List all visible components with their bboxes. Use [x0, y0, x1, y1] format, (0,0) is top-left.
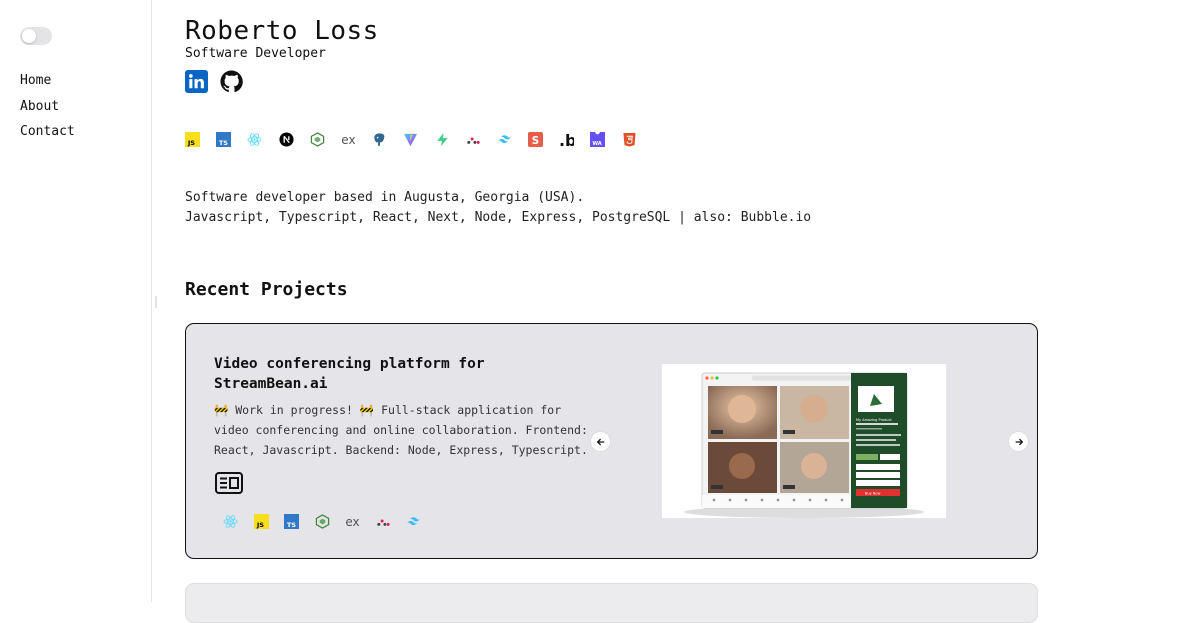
- nestjs-icon: [376, 514, 391, 529]
- toggle-knob: [22, 29, 36, 43]
- project-tech-stack: JS TS ex: [223, 514, 437, 529]
- react-icon: [247, 132, 262, 147]
- carousel-next-button[interactable]: [1008, 431, 1029, 452]
- carousel-prev-button[interactable]: [590, 431, 611, 452]
- newspaper-icon[interactable]: [215, 472, 243, 494]
- project-card: Video conferencing platform for StreamBe…: [185, 323, 1038, 559]
- sidebar-nav: Home About Contact: [20, 68, 75, 145]
- javascript-icon: JS: [253, 514, 269, 529]
- svg-text:JS: JS: [255, 521, 263, 529]
- profile-name: Roberto Loss: [185, 16, 379, 46]
- javascript-icon: JS: [185, 132, 200, 147]
- nav-item-contact[interactable]: Contact: [20, 119, 75, 145]
- svg-text:JS: JS: [187, 139, 195, 147]
- svg-text:S: S: [532, 135, 539, 147]
- express-icon: ex: [341, 132, 356, 147]
- svg-text:TS: TS: [219, 139, 228, 147]
- bio: Software developer based in Augusta, Geo…: [185, 188, 811, 228]
- arrow-left-icon: [596, 438, 604, 445]
- typescript-icon: TS: [216, 132, 232, 147]
- sidebar: Home About Contact: [0, 0, 152, 602]
- github-icon[interactable]: [220, 70, 243, 93]
- theme-toggle[interactable]: [20, 27, 52, 45]
- bio-line-2: Javascript, Typescript, React, Next, Nod…: [185, 210, 812, 225]
- bubble-icon: .b: [559, 132, 574, 147]
- tailwind-icon: [406, 514, 421, 529]
- nextjs-icon: [279, 132, 294, 147]
- nav-item-home[interactable]: Home: [20, 68, 75, 94]
- nodejs-icon: [315, 514, 330, 529]
- vite-icon: [403, 132, 418, 147]
- preview-buy-button: Buy Now: [865, 492, 881, 496]
- nestjs-icon: [466, 132, 481, 147]
- html5-icon: [622, 132, 637, 147]
- supabase-icon: [435, 132, 450, 147]
- linkedin-icon[interactable]: [185, 70, 208, 93]
- svg-text:TS: TS: [287, 521, 296, 529]
- tailwind-icon: [497, 132, 512, 147]
- svg-text:WA: WA: [593, 141, 602, 147]
- webassembly-icon: WA: [590, 132, 606, 147]
- nav-item-about[interactable]: About: [20, 94, 75, 120]
- storybook-icon: S: [528, 132, 544, 147]
- social-links: [185, 70, 243, 93]
- project-title: Video conferencing platform for StreamBe…: [214, 356, 485, 392]
- arrow-right-icon: [1015, 438, 1023, 445]
- postgresql-icon: [372, 132, 387, 147]
- bio-line-1: Software developer based in Augusta, Geo…: [185, 190, 585, 205]
- tech-stack: JS TS ex S .b WA: [185, 132, 653, 147]
- nodejs-icon: [310, 132, 325, 147]
- recent-projects-title: Recent Projects: [185, 279, 348, 300]
- express-icon: ex: [345, 514, 360, 529]
- preview-product-title: My Amazing Product: [856, 418, 892, 422]
- project-card-next: [185, 583, 1038, 623]
- project-description: 🚧 Work in progress! 🚧 Full-stack applica…: [214, 403, 588, 457]
- resize-handle[interactable]: [155, 296, 157, 308]
- react-icon: [223, 514, 238, 529]
- profile-role: Software Developer: [185, 46, 326, 61]
- typescript-icon: TS: [284, 514, 299, 529]
- project-screenshot[interactable]: Buy Now My Amazing Product: [662, 364, 946, 518]
- svg-text:.b: .b: [559, 132, 574, 147]
